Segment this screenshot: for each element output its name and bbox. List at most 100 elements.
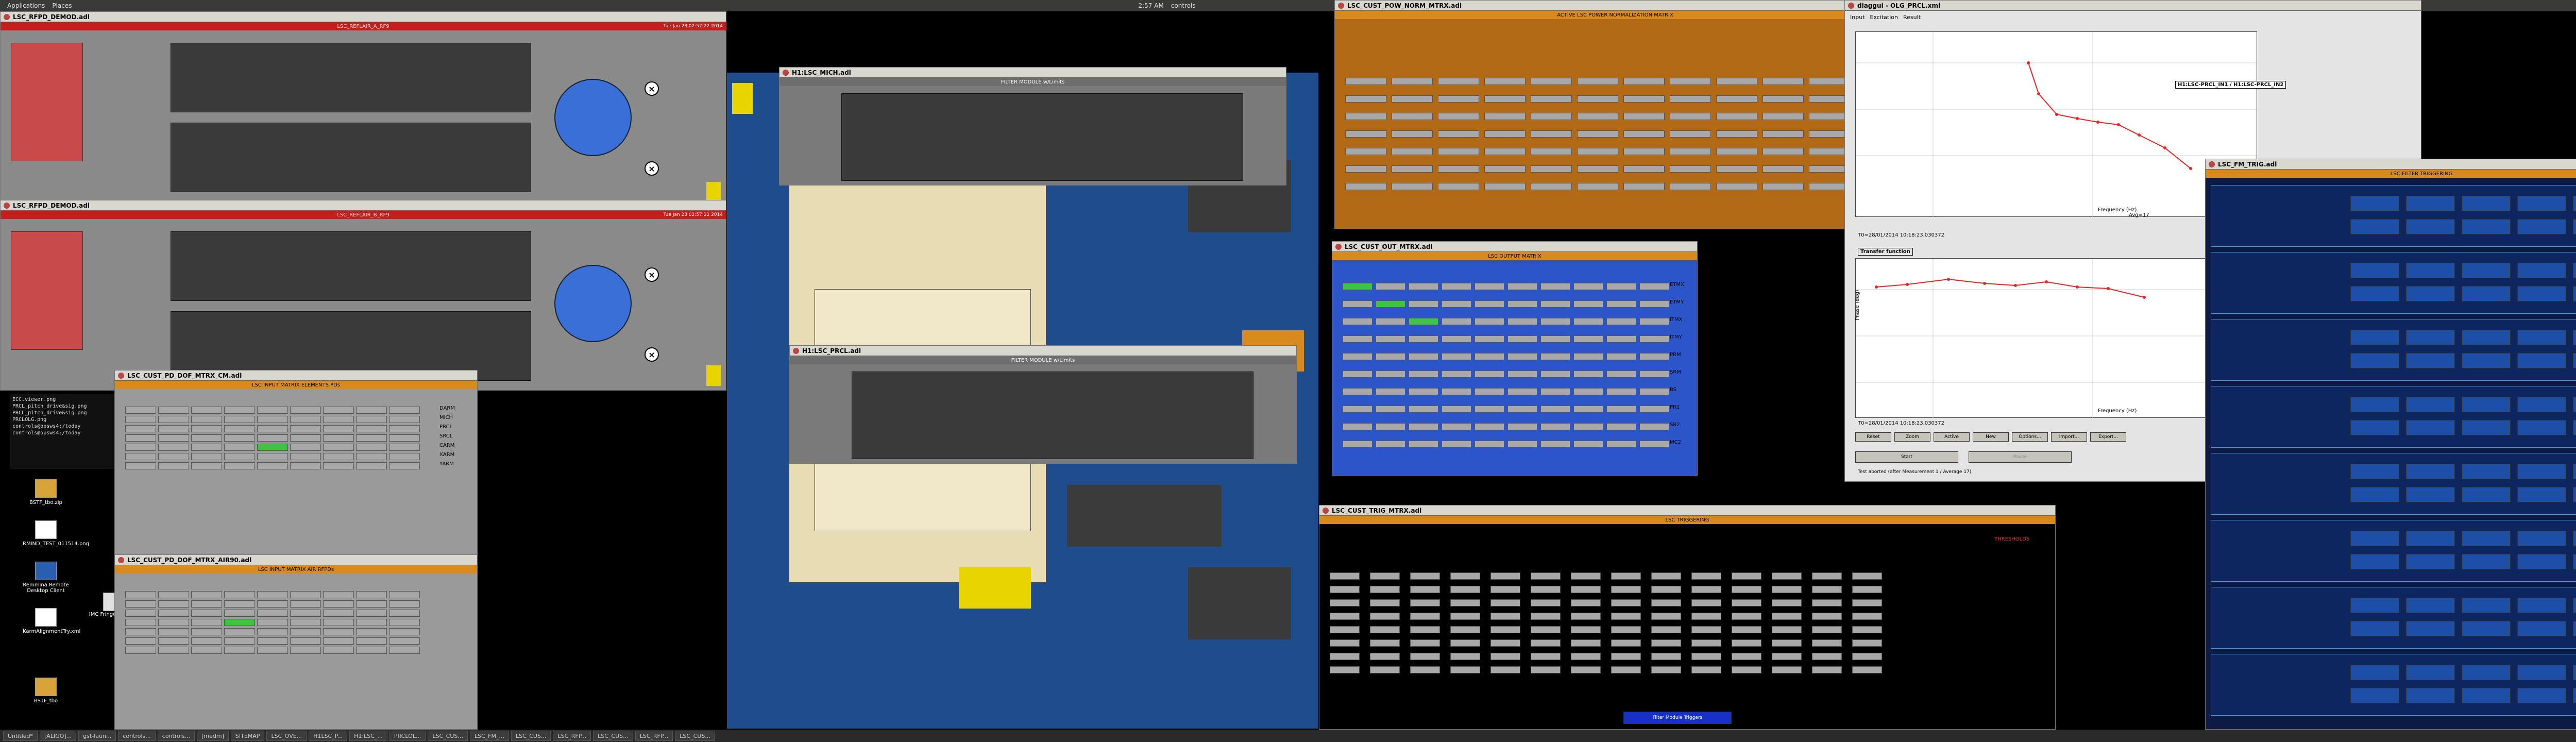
matrix-cell[interactable] <box>1392 148 1433 155</box>
matrix-cell[interactable] <box>1531 653 1561 660</box>
fm-trigger-button[interactable] <box>2573 263 2576 278</box>
matrix-cell[interactable] <box>1343 318 1372 325</box>
window-titlebar[interactable]: LSC_CUST_POW_NORM_MTRX.adl <box>1335 1 1895 11</box>
matrix-cell[interactable] <box>323 637 354 645</box>
matrix-cell[interactable] <box>1343 283 1372 290</box>
matrix-cell[interactable] <box>1507 353 1537 360</box>
matrix-cell[interactable] <box>1330 599 1360 606</box>
matrix-cell[interactable] <box>290 628 321 635</box>
matrix-cell[interactable] <box>1507 370 1537 378</box>
matrix-cell[interactable] <box>1392 78 1433 85</box>
fm-trigger-button[interactable] <box>2573 330 2576 345</box>
matrix-cell[interactable] <box>1410 572 1440 580</box>
fm-trigger-button[interactable] <box>2573 688 2576 703</box>
matrix-cell[interactable] <box>158 453 189 460</box>
active-button[interactable]: Active <box>1934 432 1970 442</box>
matrix-cell[interactable] <box>191 453 222 460</box>
tab-result[interactable]: Result <box>1903 14 1921 21</box>
matrix-cell[interactable] <box>323 416 354 423</box>
matrix-cell[interactable] <box>191 416 222 423</box>
matrix-cell[interactable] <box>1343 370 1372 378</box>
matrix-cell[interactable] <box>1531 183 1572 190</box>
pd-dof-matrix-window[interactable]: LSC_CUST_PD_DOF_MTRX_CM.adl LSC INPUT MA… <box>114 370 478 561</box>
taskbar-item[interactable]: LSC_OVE... <box>266 731 307 741</box>
matrix-cell[interactable] <box>191 425 222 432</box>
import-button[interactable]: Import... <box>2051 432 2087 442</box>
matrix-cell[interactable] <box>1376 370 1405 378</box>
matrix-cell[interactable] <box>191 434 222 442</box>
matrix-cell[interactable] <box>1450 666 1480 673</box>
trigger-matrix-window[interactable]: LSC_CUST_TRIG_MTRX.adl LSC TRIGGERING TH… <box>1319 505 2056 730</box>
matrix-cell[interactable] <box>257 591 288 598</box>
matrix-cell[interactable] <box>1531 165 1572 173</box>
matrix-cell[interactable] <box>158 600 189 608</box>
close-icon[interactable] <box>118 372 124 379</box>
matrix-cell[interactable] <box>125 628 156 635</box>
matrix-cell[interactable] <box>389 647 420 654</box>
options-button[interactable]: Options... <box>2012 432 2048 442</box>
matrix-cell[interactable] <box>1809 148 1850 155</box>
fm-trigger-button[interactable] <box>2350 420 2399 435</box>
fm-trigger-button[interactable] <box>2573 665 2576 680</box>
matrix-cell[interactable] <box>1670 78 1711 85</box>
matrix-cell[interactable] <box>290 591 321 598</box>
rfpd-demod-window-1[interactable]: LSC_RFPD_DEMOD.adl LSC_REFLAIR_A_RF9 Tue … <box>0 11 726 207</box>
matrix-cell[interactable] <box>257 610 288 617</box>
matrix-cell[interactable] <box>1852 572 1882 580</box>
window-titlebar[interactable]: LSC_CUST_OUT_MTRX.adl <box>1332 242 1697 252</box>
fm-trigger-button[interactable] <box>2350 286 2399 301</box>
matrix-cell[interactable] <box>1606 335 1636 343</box>
matrix-cell[interactable] <box>1345 78 1386 85</box>
matrix-cell[interactable] <box>158 637 189 645</box>
matrix-cell[interactable] <box>1577 165 1618 173</box>
matrix-cell[interactable] <box>1438 95 1479 103</box>
matrix-cell[interactable] <box>1639 335 1669 343</box>
matrix-cell[interactable] <box>1475 388 1504 395</box>
fm-trigger-button[interactable] <box>2462 420 2511 435</box>
phase-plot[interactable]: Phase (deg) Frequency (Hz) <box>1855 258 2258 418</box>
reset-button[interactable]: Reset <box>1855 432 1891 442</box>
fm-trigger-button[interactable] <box>2350 263 2399 278</box>
matrix-cell[interactable] <box>1812 599 1842 606</box>
matrix-cell[interactable] <box>224 434 255 442</box>
matrix-cell[interactable] <box>290 416 321 423</box>
fm-trigger-button[interactable] <box>2350 554 2399 569</box>
matrix-cell[interactable] <box>1410 653 1440 660</box>
close-icon[interactable] <box>1335 243 1342 250</box>
matrix-cell[interactable] <box>1410 639 1440 647</box>
matrix-cell[interactable] <box>1370 653 1400 660</box>
matrix-cell[interactable] <box>158 416 189 423</box>
matrix-cell[interactable] <box>1577 183 1618 190</box>
matrix-cell[interactable] <box>1376 353 1405 360</box>
matrix-cell[interactable] <box>1772 613 1802 620</box>
matrix-cell[interactable] <box>1812 666 1842 673</box>
mich-filter-window[interactable]: H1:LSC_MICH.adl FILTER MODULE w/Limits <box>779 67 1286 185</box>
matrix-cell[interactable] <box>125 453 156 460</box>
matrix-cell[interactable] <box>1571 572 1601 580</box>
matrix-cell[interactable] <box>1410 626 1440 633</box>
fm-trigger-button[interactable] <box>2350 397 2399 412</box>
fm-trigger-window[interactable]: LSC_FM_TRIG.adl LSC FILTER TRIGGERING <box>2205 159 2576 730</box>
matrix-cell[interactable] <box>257 628 288 635</box>
fm-trigger-button[interactable] <box>2573 531 2576 546</box>
matrix-cell[interactable] <box>356 453 387 460</box>
matrix-cell[interactable] <box>1345 183 1386 190</box>
matrix-cell[interactable] <box>1639 283 1669 290</box>
fm-trigger-button[interactable] <box>2406 665 2455 680</box>
matrix-cell[interactable] <box>1490 586 1520 593</box>
window-titlebar[interactable]: LSC_CUST_PD_DOF_MTRX_AIR90.adl <box>115 555 477 565</box>
matrix-cell[interactable] <box>1531 666 1561 673</box>
matrix-cell[interactable] <box>1573 335 1603 343</box>
matrix-cell[interactable] <box>1772 626 1802 633</box>
matrix-cell[interactable] <box>224 462 255 469</box>
fm-trigger-button[interactable] <box>2350 688 2399 703</box>
matrix-cell[interactable] <box>1852 653 1882 660</box>
matrix-cell[interactable] <box>1507 423 1537 430</box>
matrix-cell[interactable] <box>1531 586 1561 593</box>
export-button[interactable]: Export... <box>2090 432 2126 442</box>
matrix-cell[interactable] <box>1343 353 1372 360</box>
matrix-cell[interactable] <box>1611 599 1641 606</box>
fm-trigger-button[interactable] <box>2350 196 2399 211</box>
matrix-cell[interactable] <box>389 610 420 617</box>
fm-trigger-button[interactable] <box>2517 621 2566 636</box>
